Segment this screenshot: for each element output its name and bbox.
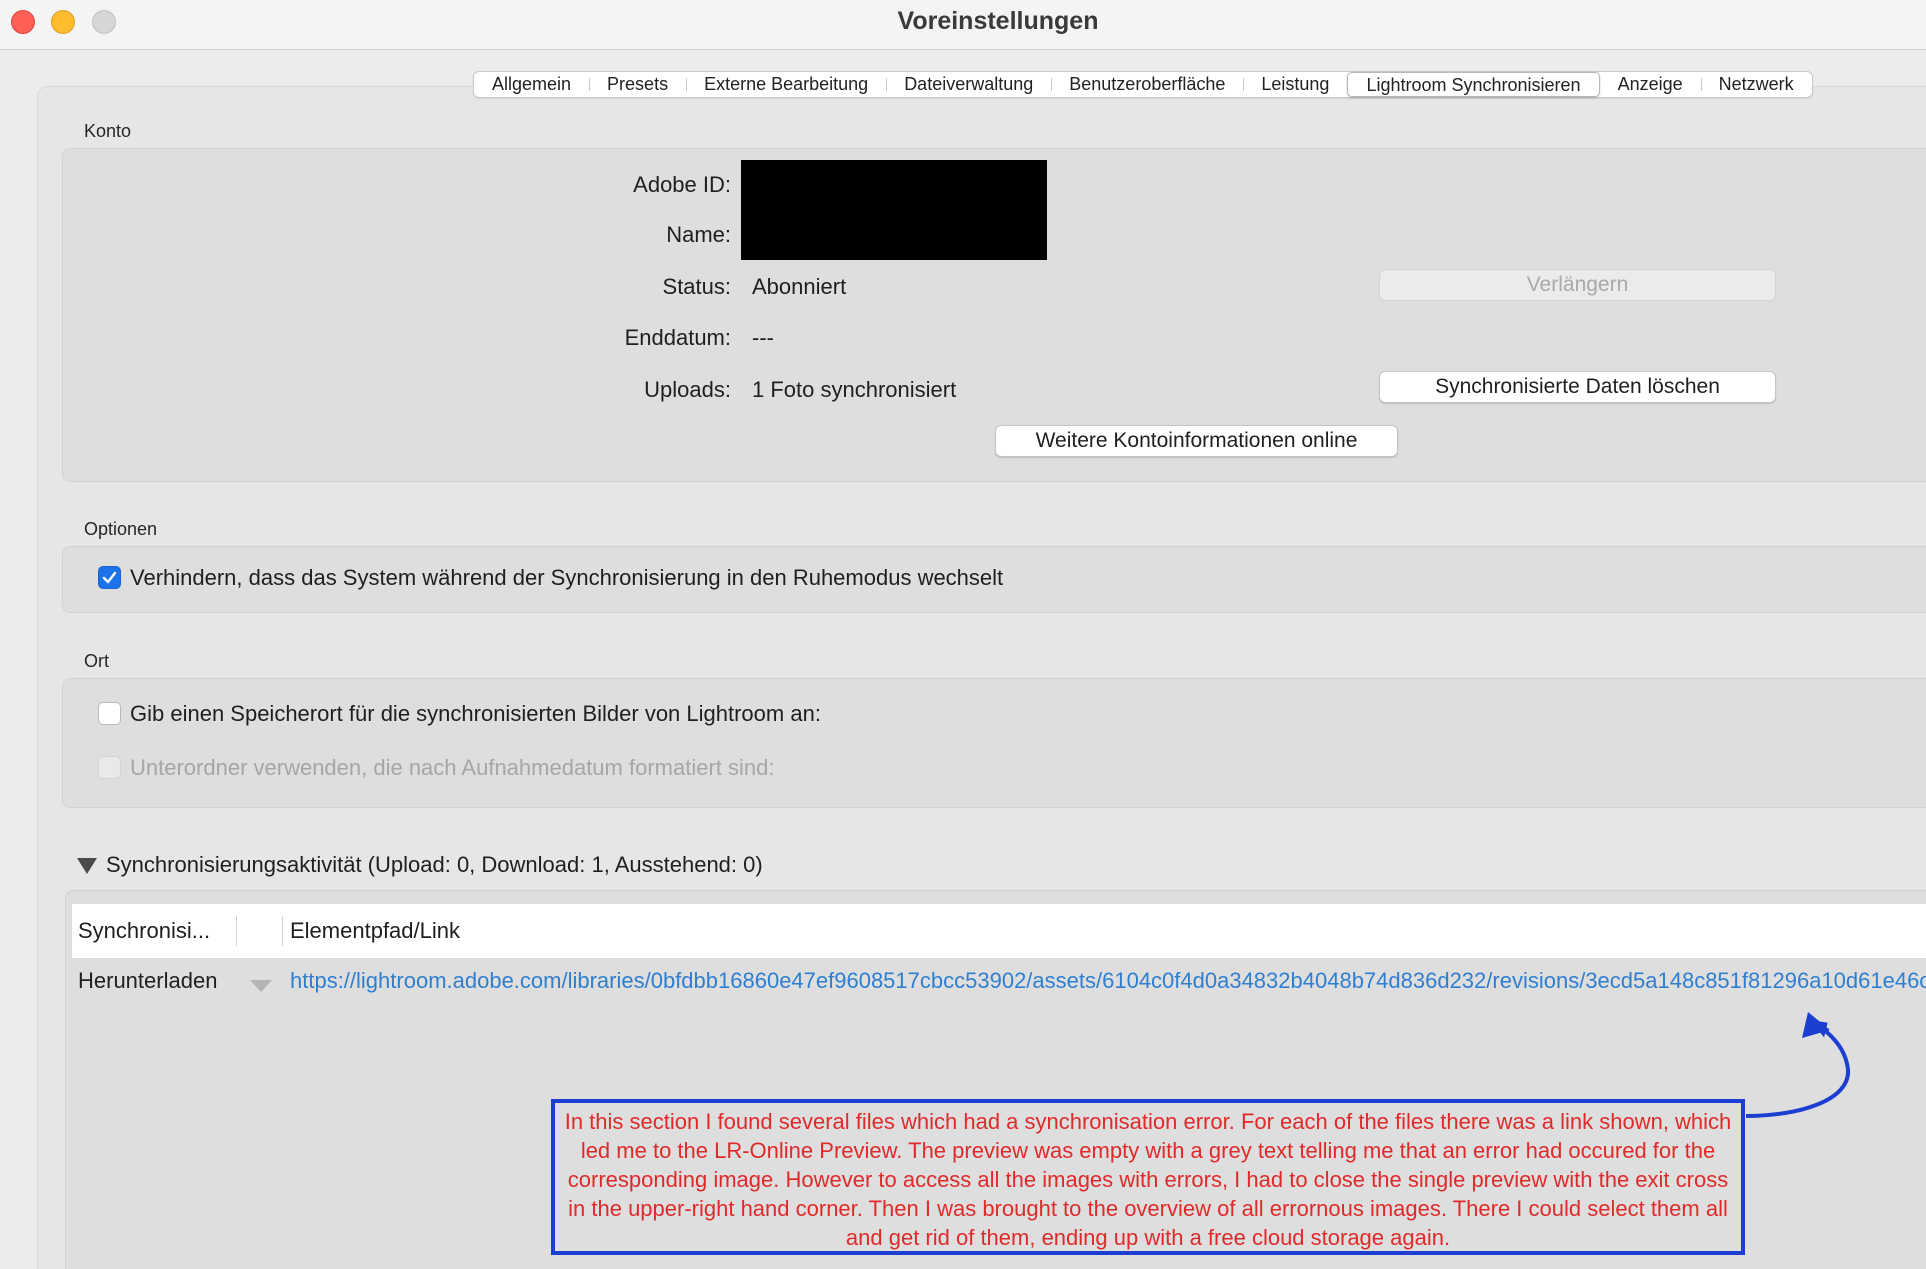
more-account-info-button[interactable]: Weitere Kontoinformationen online <box>995 425 1398 457</box>
row-sync-type: Herunterladen <box>78 968 218 993</box>
uploads-label: Uploads: <box>644 377 731 402</box>
annotation-note: In this section I found several files wh… <box>551 1099 1745 1255</box>
tab-allgemein[interactable]: Allgemein <box>474 72 589 97</box>
delete-synced-data-button[interactable]: Synchronisierte Daten löschen <box>1379 371 1776 403</box>
end-date-label: Enddatum: <box>624 325 731 350</box>
name-label: Name: <box>666 222 731 247</box>
annotation-arrow-icon <box>1745 1012 1851 1118</box>
tab-presets[interactable]: Presets <box>589 72 686 97</box>
redacted-account-info <box>741 160 1047 260</box>
prevent-sleep-label: Verhindern, dass das System während der … <box>130 565 1004 590</box>
chevron-down-icon[interactable] <box>249 979 273 993</box>
adobe-id-label: Adobe ID: <box>633 172 731 197</box>
specify-location-label: Gib einen Speicherort für die synchronis… <box>130 701 821 726</box>
specify-location-checkbox[interactable] <box>98 702 121 725</box>
account-section-label: Konto <box>84 121 132 141</box>
date-subfolders-label: Unterordner verwenden, die nach Aufnahme… <box>130 755 775 780</box>
status-value: Abonniert <box>752 274 847 299</box>
table-header: Synchronisi... Elementpfad/Link <box>72 904 1926 958</box>
status-label: Status: <box>662 274 731 299</box>
column-header-sync-type[interactable]: Synchronisi... <box>78 918 210 944</box>
sync-activity-title: Synchronisierungsaktivität (Upload: 0, D… <box>106 852 763 877</box>
checkmark-icon <box>102 571 117 584</box>
tab-netzwerk[interactable]: Netzwerk <box>1700 72 1812 97</box>
column-separator <box>282 916 283 946</box>
prevent-sleep-checkbox[interactable] <box>98 566 121 589</box>
window-title: Voreinstellungen <box>897 7 1099 35</box>
tab-benutzeroberflaeche[interactable]: Benutzeroberfläche <box>1051 72 1243 97</box>
options-section-label: Optionen <box>84 519 158 539</box>
location-group <box>62 678 1926 808</box>
row-element-link[interactable]: https://lightroom.adobe.com/libraries/0b… <box>290 968 1926 994</box>
date-subfolders-checkbox[interactable] <box>98 756 121 779</box>
column-separator <box>236 916 237 946</box>
tab-anzeige[interactable]: Anzeige <box>1600 72 1701 97</box>
renew-button[interactable]: Verlängern <box>1379 269 1776 301</box>
uploads-value: 1 Foto synchronisiert <box>752 377 957 402</box>
title-bar: Voreinstellungen <box>0 0 1926 50</box>
tab-lightroom-synchronisieren[interactable]: Lightroom Synchronisieren <box>1347 72 1600 97</box>
end-date-value: --- <box>752 325 774 350</box>
disclosure-triangle-icon[interactable] <box>76 857 98 875</box>
tab-externe-bearbeitung[interactable]: Externe Bearbeitung <box>686 72 886 97</box>
location-section-label: Ort <box>84 651 109 671</box>
column-header-element-path[interactable]: Elementpfad/Link <box>290 918 460 944</box>
tab-bar: Allgemein Presets Externe Bearbeitung Da… <box>473 71 1813 98</box>
tab-dateiverwaltung[interactable]: Dateiverwaltung <box>886 72 1051 97</box>
tab-leistung[interactable]: Leistung <box>1243 72 1347 97</box>
